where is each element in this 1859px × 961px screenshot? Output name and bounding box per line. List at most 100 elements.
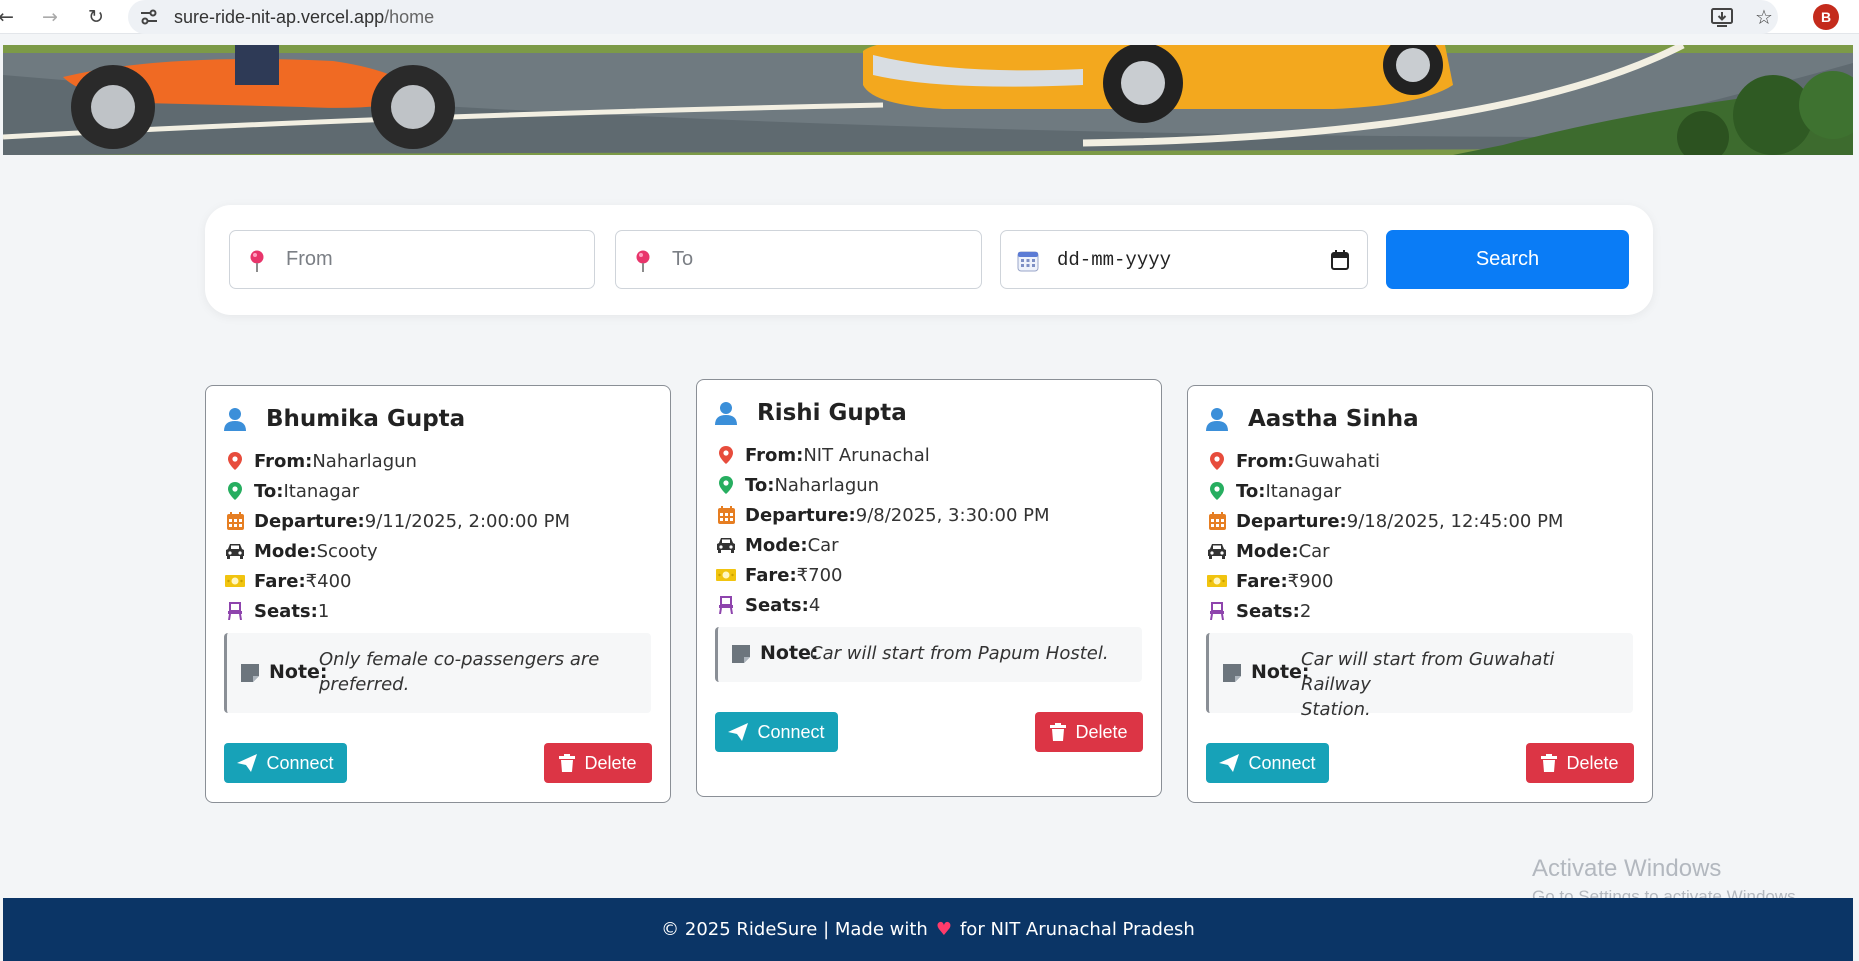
seats-label: Seats: xyxy=(1236,600,1300,622)
install-icon[interactable] xyxy=(1710,5,1734,29)
ride-note: Note: Only female co-passengers are prefe… xyxy=(224,633,651,713)
mode-row: Mode: Scooty xyxy=(224,539,378,563)
note-text: Car will start from Guwahati Railway Stat… xyxy=(1301,649,1555,720)
address-bar[interactable]: sure-ride-nit-ap.vercel.app/home xyxy=(128,0,1778,34)
departure-value: 9/18/2025, 12:45:00 PM xyxy=(1346,510,1564,532)
reload-icon[interactable]: ↻ xyxy=(84,5,108,29)
url-path: /home xyxy=(384,7,435,27)
map-marker-icon xyxy=(719,446,733,464)
to-placeholder: To xyxy=(672,248,694,270)
seat-icon xyxy=(1210,602,1224,620)
to-value: Itanagar xyxy=(1265,480,1342,502)
profile-avatar[interactable]: B xyxy=(1813,4,1839,30)
footer-prefix: © 2025 RideSure | Made with xyxy=(661,919,928,940)
car-icon xyxy=(226,544,244,559)
from-placeholder: From xyxy=(286,248,333,270)
fare-value: ₹400 xyxy=(305,570,352,592)
to-row: To: Naharlagun xyxy=(715,473,879,497)
mode-label: Mode: xyxy=(1236,540,1299,562)
from-row: From: Naharlagun xyxy=(224,449,417,473)
pushpin-icon xyxy=(250,250,264,272)
seats-row: Seats: 4 xyxy=(715,593,820,617)
mode-value: Car xyxy=(1298,540,1330,562)
back-icon[interactable]: ← xyxy=(0,5,18,29)
fare-label: Fare: xyxy=(1236,570,1288,592)
pushpin-icon xyxy=(636,250,650,272)
sticky-note-icon xyxy=(241,664,259,682)
trash-icon xyxy=(1541,754,1558,772)
ride-search-form: From To dd-mm-yyyy Search xyxy=(205,205,1653,315)
from-label: From: xyxy=(1236,450,1295,472)
forward-icon[interactable]: → xyxy=(38,5,62,29)
from-row: From: Guwahati xyxy=(1206,449,1380,473)
note-text: Car will start from Papum Hostel. xyxy=(810,643,1109,664)
date-input[interactable]: dd-mm-yyyy xyxy=(1000,230,1368,289)
calendar-icon xyxy=(1208,512,1226,530)
map-marker-icon xyxy=(228,482,242,500)
to-input[interactable]: To xyxy=(615,230,982,289)
seats-value: 1 xyxy=(317,600,330,622)
map-marker-icon xyxy=(228,452,242,470)
fare-value: ₹700 xyxy=(796,564,843,586)
heart-icon: ♥ xyxy=(935,919,952,940)
from-value: Guwahati xyxy=(1294,450,1380,472)
date-picker-icon[interactable] xyxy=(1331,250,1349,270)
paper-plane-icon xyxy=(728,723,749,741)
departure-row: Departure: 9/11/2025, 2:00:00 PM xyxy=(224,509,570,533)
seat-icon xyxy=(719,596,733,614)
departure-label: Departure: xyxy=(745,504,856,526)
from-label: From: xyxy=(745,444,804,466)
car-icon xyxy=(1208,544,1226,559)
ride-card: Rishi Gupta From: NIT Arunachal To: Naharl… xyxy=(696,379,1162,797)
to-value: Itanagar xyxy=(283,480,360,502)
mode-label: Mode: xyxy=(254,540,317,562)
mode-row: Mode: Car xyxy=(715,533,839,557)
map-marker-icon xyxy=(719,476,733,494)
mode-row: Mode: Car xyxy=(1206,539,1330,563)
money-icon xyxy=(1207,575,1227,587)
ride-note: Note: Car will start from Guwahati Railw… xyxy=(1206,633,1633,720)
watermark-title: Activate Windows xyxy=(1532,855,1722,882)
fare-row: Fare: ₹400 xyxy=(224,569,351,593)
departure-value: 9/8/2025, 3:30:00 PM xyxy=(855,504,1050,526)
seats-row: Seats: 2 xyxy=(1206,599,1311,623)
to-label: To: xyxy=(745,474,775,496)
fare-value: ₹900 xyxy=(1287,570,1334,592)
browser-toolbar: ← → ↻ sure-ride-nit-ap.vercel.app/home ☆… xyxy=(0,0,1859,34)
note-text: Only female co-passengers are preferred. xyxy=(319,649,600,695)
connect-button[interactable]: Connect xyxy=(715,712,838,752)
connect-button[interactable]: Connect xyxy=(224,743,347,783)
delete-button[interactable]: Delete xyxy=(1526,743,1634,783)
mode-label: Mode: xyxy=(745,534,808,556)
trash-icon xyxy=(559,754,576,772)
footer-suffix: for NIT Arunachal Pradesh xyxy=(959,919,1195,940)
url-text[interactable]: sure-ride-nit-ap.vercel.app/home xyxy=(174,7,434,28)
car-icon xyxy=(717,538,735,553)
to-value: Naharlagun xyxy=(774,474,880,496)
trash-icon xyxy=(1050,723,1067,741)
departure-label: Departure: xyxy=(1236,510,1347,532)
ride-card: Aastha Sinha From: Guwahati To: Itanagar D… xyxy=(1187,385,1653,803)
ride-note: Note: Car will start from Papum Hostel. xyxy=(715,627,1142,682)
departure-label: Departure: xyxy=(254,510,365,532)
from-value: Naharlagun xyxy=(312,450,417,472)
delete-button[interactable]: Delete xyxy=(1035,712,1143,752)
hero-banner-image xyxy=(3,45,1853,155)
site-info-icon[interactable] xyxy=(140,9,158,25)
bookmark-star-icon[interactable]: ☆ xyxy=(1752,5,1776,29)
map-marker-icon xyxy=(1210,482,1224,500)
fare-row: Fare: ₹700 xyxy=(715,563,842,587)
connect-button[interactable]: Connect xyxy=(1206,743,1329,783)
seat-icon xyxy=(228,602,242,620)
user-icon xyxy=(224,408,246,431)
map-marker-icon xyxy=(1210,452,1224,470)
user-icon xyxy=(1206,408,1228,431)
delete-button[interactable]: Delete xyxy=(544,743,652,783)
sticky-note-icon xyxy=(732,645,750,663)
from-input[interactable]: From xyxy=(229,230,595,289)
search-button[interactable]: Search xyxy=(1386,230,1629,289)
mode-value: Scooty xyxy=(316,540,378,562)
fare-label: Fare: xyxy=(254,570,306,592)
to-label: To: xyxy=(254,480,284,502)
calendar-icon xyxy=(1017,251,1039,272)
